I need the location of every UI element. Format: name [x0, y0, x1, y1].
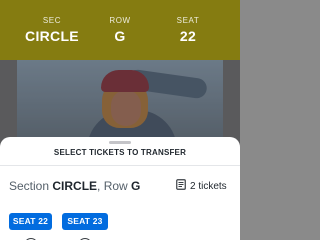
seat-23-button[interactable]: SEAT 23	[62, 213, 108, 230]
ticket-section-value: CIRCLE	[25, 28, 79, 44]
screen: SEC CIRCLE ROW G SEAT 22 SELECT TICKETS …	[0, 0, 240, 240]
section-value: CIRCLE	[52, 179, 98, 193]
ticket-seat-value: 22	[179, 28, 197, 44]
row-prefix: , Row	[97, 179, 132, 193]
tickets-count-label: 2 tickets	[190, 181, 227, 192]
ticket-section-label: SEC	[42, 16, 62, 25]
ticket-section-column: SEC CIRCLE	[20, 16, 84, 44]
event-image	[17, 60, 223, 145]
seat-22-button[interactable]: SEAT 22	[9, 213, 52, 230]
ticket-row-value: G	[114, 28, 126, 44]
section-prefix: Section	[9, 179, 53, 193]
ticket-row-label: ROW	[109, 16, 131, 25]
ticket-side-strip-left	[0, 60, 17, 145]
ticket-seat-label: SEAT	[176, 16, 200, 25]
ticket-side-strip-right	[223, 60, 240, 145]
tickets-count: 2 tickets	[176, 179, 227, 193]
sheet-title: SELECT TICKETS TO TRANSFER	[53, 148, 187, 157]
row-value: G	[131, 179, 141, 193]
performer-hat	[101, 70, 149, 92]
ticket-row-column: ROW G	[88, 16, 152, 44]
ticket-icon	[176, 179, 186, 193]
section-row-info: Section CIRCLE, Row G	[9, 179, 140, 193]
performer-face	[111, 90, 141, 126]
ticket-seat-column: SEAT 22	[156, 16, 220, 44]
sheet-drag-handle[interactable]	[109, 141, 131, 144]
transfer-sheet: SELECT TICKETS TO TRANSFER Section CIRCL…	[0, 137, 240, 240]
sheet-divider	[0, 165, 240, 166]
